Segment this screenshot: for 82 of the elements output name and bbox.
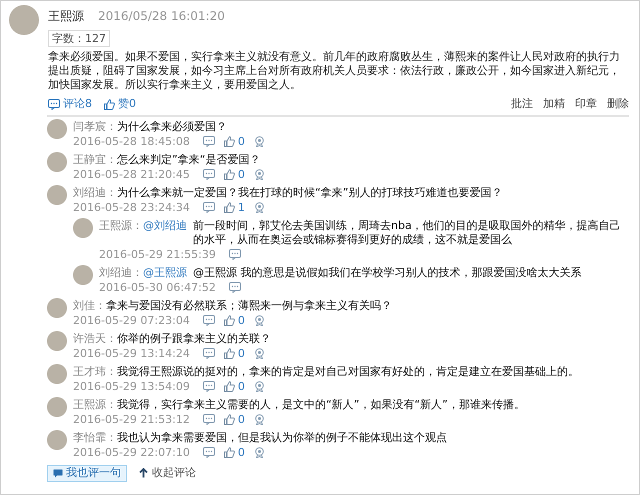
- action-link[interactable]: 批注: [511, 96, 533, 112]
- comment-icon: [53, 468, 63, 478]
- badge-icon[interactable]: [254, 202, 265, 213]
- badge-icon[interactable]: [254, 169, 265, 180]
- badge-icon[interactable]: [254, 447, 265, 458]
- thumbs-up-icon[interactable]: [224, 202, 235, 213]
- action-link[interactable]: 删除: [607, 96, 629, 112]
- reply-time: 2016-05-30 06:47:52: [99, 280, 216, 294]
- comment-time: 2016-05-29 13:54:09: [73, 380, 190, 394]
- word-count-label: 字数：127: [48, 30, 110, 47]
- commenter-name[interactable]: 李怡霏：: [73, 430, 117, 444]
- comment-text: 为什么拿来就一定爱国？我在打球的时候“拿来”别人的打球技巧难道也要爱国？: [117, 186, 502, 200]
- like-link[interactable]: 赞0: [104, 96, 136, 112]
- commenter-name[interactable]: 王才玮：: [73, 364, 117, 378]
- like-count: 0: [238, 446, 245, 460]
- comment-text: 我觉得，实行拿来主义需要的人，是文中的“新人”，如果没有“新人”，那谁来传播。: [117, 398, 525, 412]
- thumbs-up-icon[interactable]: [224, 381, 235, 392]
- commenter-name[interactable]: 刘绍迪：: [73, 186, 117, 200]
- like-count: 0: [238, 168, 245, 182]
- commenter-name[interactable]: 刘绍迪：: [99, 266, 143, 280]
- like-count: 0: [238, 134, 245, 148]
- action-link[interactable]: 印章: [575, 96, 597, 112]
- badge-icon[interactable]: [254, 348, 265, 359]
- commenter-name[interactable]: 王静宜：: [73, 152, 117, 166]
- comment-icon[interactable]: [202, 202, 215, 213]
- comment-text: 你举的例子跟拿来主义的关联？: [117, 332, 271, 346]
- like-count: 0: [238, 346, 245, 360]
- comment-icon[interactable]: [202, 381, 215, 392]
- thumbs-up-icon[interactable]: [224, 447, 235, 458]
- reply-text: @王熙源 我的意思是说假如我们在学校学习别人的技术，那跟爱国没啥太大关系: [193, 266, 582, 280]
- commenter-name[interactable]: 许浩天：: [73, 332, 117, 346]
- comment-icon[interactable]: [202, 414, 215, 425]
- commenter-name[interactable]: 闫孝宸：: [73, 120, 117, 134]
- comment-icon: [48, 98, 60, 110]
- comment-time: 2016-05-28 21:20:45: [73, 168, 190, 182]
- thumbs-up-icon[interactable]: [224, 169, 235, 180]
- like-count: 1: [238, 200, 245, 214]
- comment-text: 我也认为拿来需要爱国，但是我认为你举的例子不能体现出这个观点: [117, 430, 447, 444]
- thumbs-up-icon: [104, 98, 115, 110]
- comment-icon[interactable]: [202, 315, 215, 326]
- badge-icon[interactable]: [254, 381, 265, 392]
- reply-time: 2016-05-29 21:55:39: [99, 248, 216, 262]
- mention-link[interactable]: @王熙源: [143, 266, 187, 280]
- like-count: 0: [238, 412, 245, 426]
- comments-link[interactable]: 评论8: [48, 96, 92, 112]
- comment-icon[interactable]: [202, 136, 215, 147]
- like-count: 0: [238, 380, 245, 394]
- comment-time: 2016-05-29 07:23:04: [73, 314, 190, 328]
- comment-icon[interactable]: [202, 447, 215, 458]
- badge-icon[interactable]: [254, 315, 265, 326]
- up-arrow-icon: [139, 468, 148, 478]
- comment-icon[interactable]: [228, 282, 241, 293]
- reply-text: 前一段时间，郭艾伦去美国训练，周琦去nba，他们的目的是吸取国外的精华，提高自己的水平，从而在奥运会或锦标赛得到更好的成绩，这不就是爱国么: [193, 218, 622, 246]
- commenter-name[interactable]: 刘佳：: [73, 298, 106, 312]
- comment-icon[interactable]: [202, 169, 215, 180]
- comment-text: 为什么拿来必须爱国？: [117, 120, 227, 134]
- comment-text: 怎么来判定”拿来“是否爱国？: [117, 152, 260, 166]
- comment-text: 拿来与爱国没有必然联系；薄熙来一例与拿来主义有关吗？: [106, 298, 392, 312]
- comment-button[interactable]: 我也评一句: [47, 464, 127, 482]
- like-count: 0: [238, 314, 245, 328]
- post-body: 拿来必须爱国。如果不爱国，实行拿来主义就没有意义。前几年的政府腐败丛生，薄熙来的案件让人民对政府的执行力提出质疑，阻碍了国家发展，如今习主席上台对所有政府机关人员要求：依法行政，廉政公开，如今国家进入新纪元，加快国家发展。所以实行拿来主义，要用爱国之人。: [48, 50, 621, 92]
- comment-icon[interactable]: [228, 249, 241, 260]
- comment-time: 2016-05-29 21:53:12: [73, 412, 190, 426]
- commenter-name[interactable]: 王熙源：: [73, 398, 117, 412]
- comment-text: 我觉得王熙源说的挺对的，拿来的肯定是对自己对国家有好处的，肯定是建立在爱国基础上的。: [117, 364, 579, 378]
- badge-icon[interactable]: [254, 136, 265, 147]
- commenter-name[interactable]: 王熙源：: [99, 218, 143, 246]
- action-link[interactable]: 加精: [543, 96, 565, 112]
- comment-time: 2016-05-28 18:45:08: [73, 134, 190, 148]
- thumbs-up-icon[interactable]: [224, 315, 235, 326]
- comment-icon[interactable]: [202, 348, 215, 359]
- author-name[interactable]: 王熙源: [48, 7, 84, 25]
- thumbs-up-icon[interactable]: [224, 414, 235, 425]
- comment-time: 2016-05-29 13:14:24: [73, 346, 190, 360]
- thumbs-up-icon[interactable]: [224, 136, 235, 147]
- comment-time: 2016-05-28 23:24:34: [73, 200, 190, 214]
- mention-link[interactable]: @刘绍迪: [143, 218, 187, 246]
- post-time: 2016/05/28 16:01:20: [98, 8, 225, 25]
- thumbs-up-icon[interactable]: [224, 348, 235, 359]
- collapse-link[interactable]: 收起评论: [139, 464, 196, 482]
- badge-icon[interactable]: [254, 414, 265, 425]
- comment-time: 2016-05-29 22:07:10: [73, 446, 190, 460]
